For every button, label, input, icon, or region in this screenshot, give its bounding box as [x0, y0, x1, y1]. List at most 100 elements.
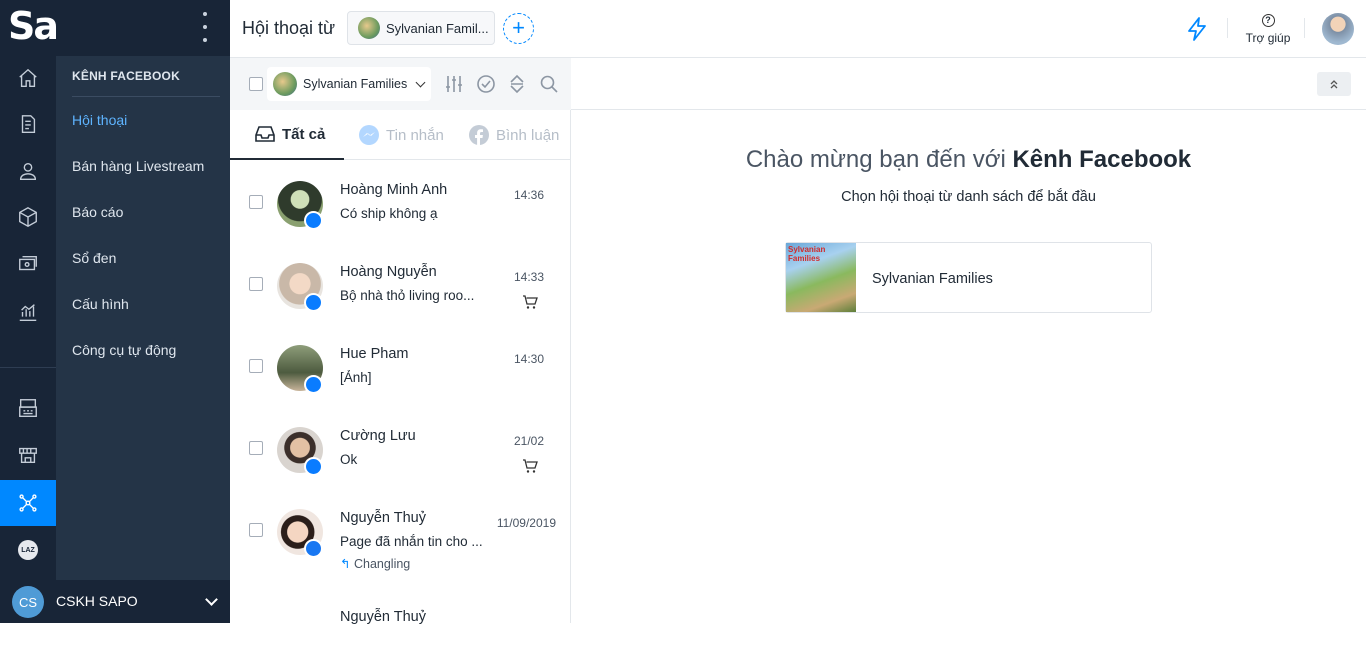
reply-by: ↰ Changling	[340, 556, 410, 571]
cart-icon	[523, 459, 538, 473]
conversation-item[interactable]: Cường Lưu Ok 21/02	[230, 406, 571, 488]
home-icon[interactable]	[0, 56, 56, 100]
page-chip[interactable]: Sylvanian Famil...	[347, 11, 495, 45]
sidebar-item-conversations[interactable]: Hội thoại	[72, 112, 127, 128]
conversation-snippet: Có ship không ạ	[340, 206, 438, 221]
filter-sliders-icon[interactable]	[444, 74, 464, 94]
add-page-button[interactable]: +	[503, 13, 534, 44]
menu-divider	[72, 96, 220, 97]
product-icon[interactable]	[0, 195, 56, 239]
store-icon[interactable]	[0, 433, 56, 477]
facebook-icon	[469, 125, 489, 145]
conversation-checkbox[interactable]	[249, 195, 263, 209]
check-circle-icon[interactable]	[476, 74, 496, 94]
conversation-item[interactable]: Hoàng Minh Anh Có ship không ạ 14:36	[230, 160, 571, 242]
customer-icon[interactable]	[0, 149, 56, 193]
report-icon[interactable]	[0, 290, 56, 334]
collapse-button[interactable]	[1317, 72, 1351, 96]
conversation-snippet: [Ảnh]	[340, 370, 372, 385]
conversation-item[interactable]: Nguyễn Thuỷ Page đã nhắn tin cho ... 11/…	[230, 488, 571, 571]
chevron-double-up-icon	[1330, 80, 1338, 89]
conversation-time: 14:36	[513, 188, 544, 202]
tab-all[interactable]: Tất cả	[230, 110, 344, 160]
facebook-icon	[304, 539, 323, 558]
chevron-down-icon	[415, 77, 426, 87]
conversation-name: Hoàng Nguyễn	[340, 264, 437, 280]
cart-icon	[523, 295, 538, 309]
sidebar-item-blacklist[interactable]: Sổ đen	[72, 250, 116, 266]
cashbook-icon[interactable]	[0, 242, 56, 286]
rail-divider	[0, 367, 56, 368]
account-avatar: CS	[12, 586, 44, 618]
conversation-snippet: Bộ nhà thỏ living roo...	[340, 288, 475, 303]
conversation-snippet: Ok	[340, 452, 358, 467]
conversation-snippet: Page đã nhắn tin cho ...	[340, 534, 483, 549]
conversation-time: 14:33	[513, 270, 544, 284]
page-avatar	[273, 72, 297, 96]
welcome-prefix: Chào mừng bạn đến với	[745, 146, 1013, 173]
sidebar-item-reports[interactable]: Báo cáo	[72, 204, 123, 220]
sidebar-top	[56, 0, 230, 56]
list-toolbar: Sylvanian Families	[230, 58, 571, 110]
sidebar-item-automation[interactable]: Công cụ tự động	[72, 342, 176, 358]
conversation-panel: Sylvanian Families Tất cả Tin nhắn Bình …	[230, 58, 571, 625]
lightning-icon[interactable]	[1185, 16, 1209, 42]
social-channel-icon[interactable]	[0, 480, 56, 526]
lazada-icon[interactable]: LAZ	[0, 528, 56, 572]
messenger-icon	[304, 375, 323, 394]
conversation-checkbox[interactable]	[249, 523, 263, 537]
select-all-checkbox[interactable]	[249, 77, 263, 91]
order-icon[interactable]	[0, 102, 56, 146]
icon-rail: Sapo LAZ	[0, 0, 108, 623]
welcome-subtitle: Chọn hội thoại từ danh sách để bắt đầu	[841, 189, 1096, 205]
conversation-time: 14:30	[513, 352, 544, 366]
help-button[interactable]: ? Trợ giúp	[1240, 12, 1296, 45]
conversation-checkbox[interactable]	[249, 359, 263, 373]
sidebar-item-settings[interactable]: Cấu hình	[72, 296, 129, 312]
account-name: CSKH SAPO	[56, 593, 138, 609]
messenger-icon	[359, 125, 379, 145]
welcome-heading: Chào mừng bạn đến với Kênh Facebook	[571, 146, 1366, 174]
conversation-time: 11/09/2019	[496, 516, 556, 530]
page-filter-label: Sylvanian Families	[303, 77, 408, 91]
more-options-icon[interactable]	[200, 12, 210, 42]
conversation-name: Hoàng Minh Anh	[340, 182, 448, 198]
page-filter-select[interactable]: Sylvanian Families	[267, 67, 431, 101]
sort-icon[interactable]	[507, 74, 527, 94]
message-type-tabs: Tất cả Tin nhắn Bình luận	[230, 110, 571, 160]
conversation-item[interactable]: Hue Pham [Ảnh] 14:30	[230, 324, 571, 406]
tab-comments[interactable]: Bình luận	[468, 110, 559, 160]
messenger-icon	[304, 293, 323, 312]
conversation-name: Nguyễn Thuỷ	[340, 510, 426, 526]
help-label: Trợ giúp	[1245, 31, 1291, 45]
conversation-name: Cường Lưu	[340, 428, 416, 444]
messenger-icon	[304, 457, 323, 476]
user-avatar[interactable]	[1322, 13, 1354, 45]
page-card[interactable]: Sylvanian Families Sylvanian Families	[785, 242, 1152, 313]
page-card-name: Sylvanian Families	[872, 271, 993, 287]
lazada-badge: LAZ	[18, 540, 38, 560]
page-avatar	[358, 17, 380, 39]
main-toolbar	[571, 58, 1366, 110]
sidebar-item-livestream[interactable]: Bán hàng Livestream	[72, 158, 204, 174]
top-header: Hội thoại từ Sylvanian Famil... + ? Trợ …	[230, 0, 1366, 58]
account-switcher[interactable]: CS CSKH SAPO	[0, 580, 230, 623]
page-title: Hội thoại từ	[242, 18, 336, 38]
conversation-time: 21/02	[513, 434, 544, 448]
conversation-item[interactable]: Nguyễn Thuỷ	[230, 588, 571, 670]
reply-icon: ↰	[340, 557, 351, 571]
welcome-brand: Kênh Facebook	[1012, 146, 1192, 173]
main-content: Chào mừng bạn đến với Kênh Facebook Chọn…	[571, 58, 1366, 623]
conversation-item[interactable]: Hoàng Nguyễn Bộ nhà thỏ living roo... 14…	[230, 242, 571, 324]
pos-icon[interactable]	[0, 386, 56, 430]
reply-author: Changling	[353, 557, 411, 571]
tab-comments-label: Bình luận	[496, 126, 560, 144]
conversation-checkbox[interactable]	[249, 277, 263, 291]
tab-messages-label: Tin nhắn	[386, 126, 444, 144]
tab-messages[interactable]: Tin nhắn	[358, 110, 444, 160]
menu-section-title: KÊNH FACEBOOK	[72, 69, 180, 83]
search-icon[interactable]	[539, 74, 559, 94]
conversation-checkbox[interactable]	[249, 441, 263, 455]
page-chip-label: Sylvanian Famil...	[386, 20, 489, 36]
tab-all-label: Tất cả	[282, 125, 326, 143]
